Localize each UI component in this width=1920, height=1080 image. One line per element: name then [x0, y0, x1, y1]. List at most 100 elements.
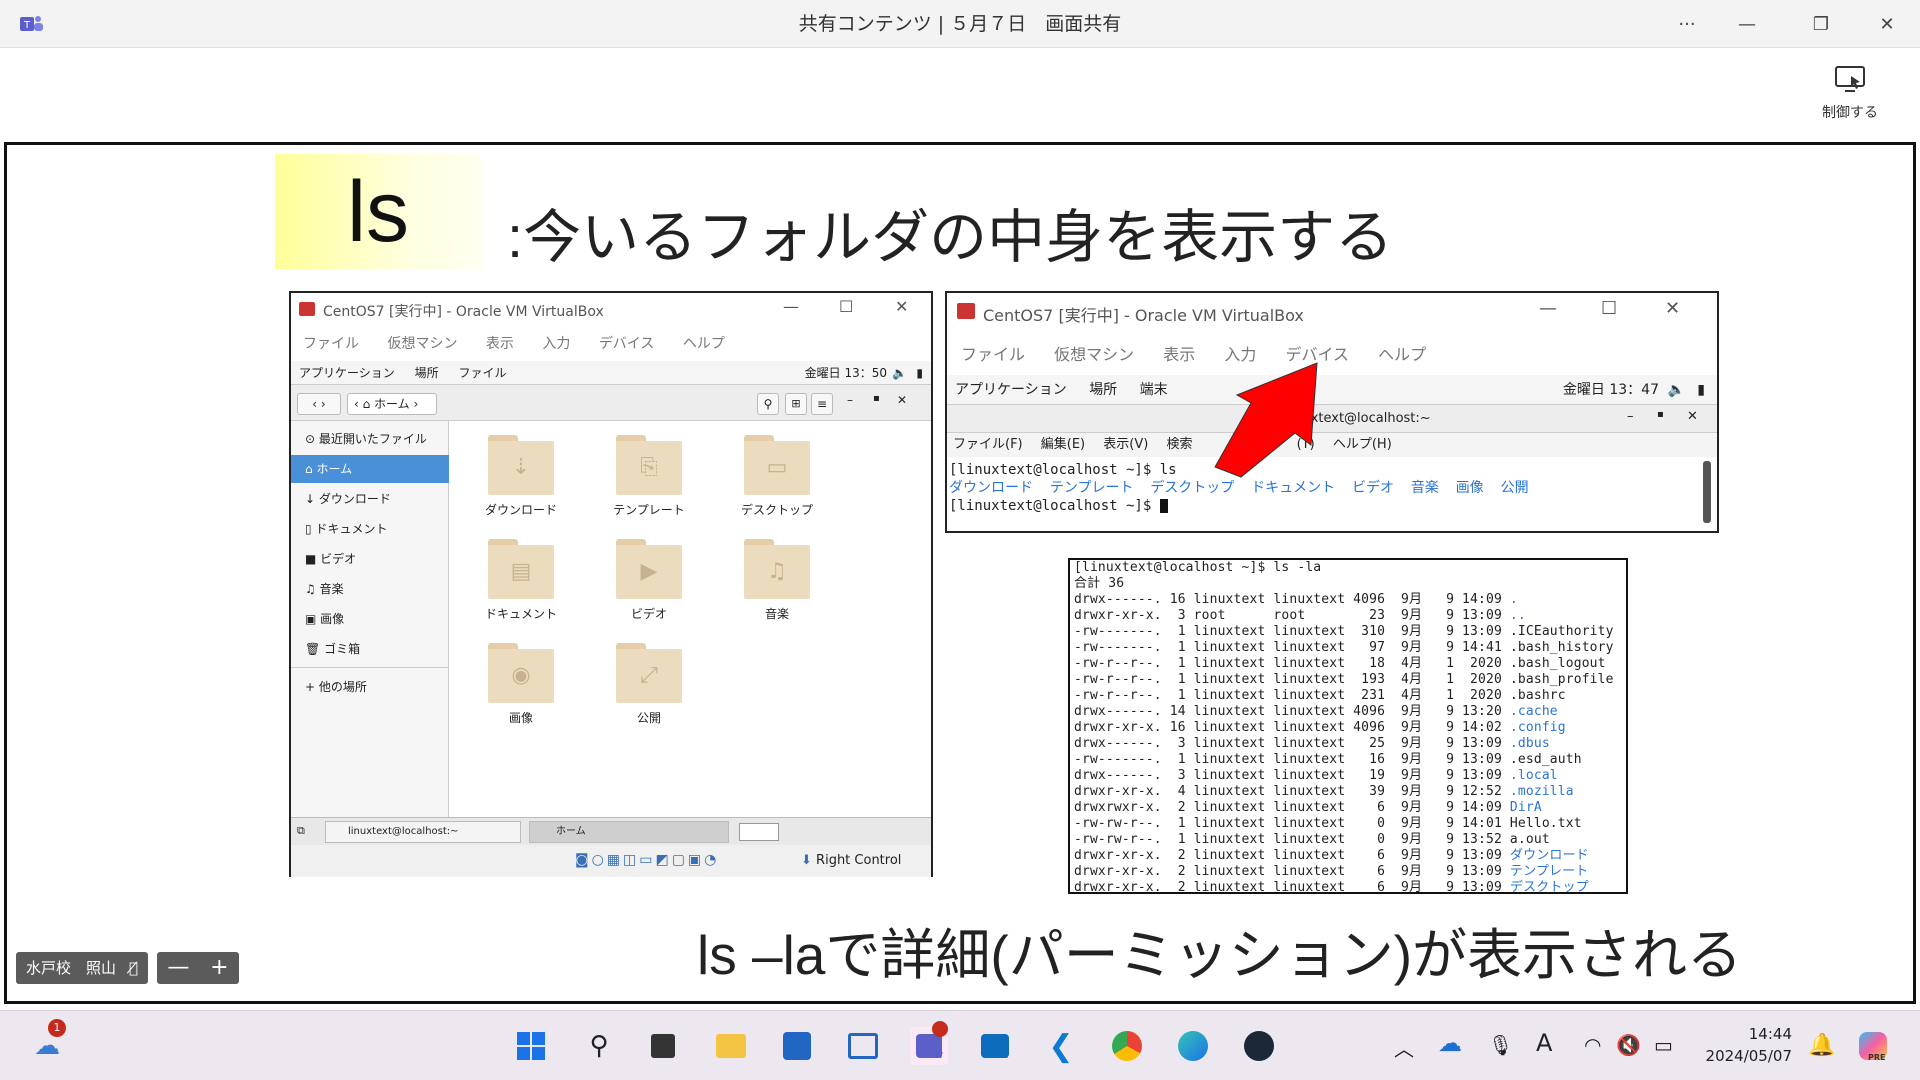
vb-menu-devices[interactable]: デバイス — [599, 336, 655, 352]
vb-minimize-icon[interactable]: — — [783, 297, 799, 316]
minimize-button[interactable]: — — [1720, 0, 1774, 48]
view-toggle-icon[interactable]: ⊞ — [785, 393, 807, 415]
edge-button[interactable] — [1174, 1027, 1212, 1065]
task-view-button[interactable] — [644, 1027, 682, 1065]
vb-menu-view[interactable]: 表示 — [1163, 345, 1195, 364]
fm-minimize-icon[interactable]: – — [847, 393, 853, 407]
gnome-files-menu[interactable]: ファイル — [458, 366, 506, 380]
ls-la-line: -rw-r--r--. 1 linuxtext linuxtext 193 4月… — [1074, 672, 1622, 688]
folder-music[interactable]: ♫ 音楽 — [722, 539, 832, 622]
copilot-button[interactable]: PRE — [1854, 1027, 1892, 1065]
sidebar-item-other-locations[interactable]: + 他の場所 — [291, 673, 449, 701]
chevron-up-icon[interactable]: ︿ — [1394, 1033, 1414, 1062]
folder-videos[interactable]: ▶ ビデオ — [594, 539, 704, 622]
more-options-button[interactable]: ··· — [1660, 0, 1714, 48]
term-close-icon[interactable]: ✕ — [1687, 409, 1698, 424]
remote-desktop-button[interactable] — [844, 1027, 882, 1065]
notification-bell-icon[interactable]: 🔔 — [1808, 1033, 1835, 1058]
folder-desktop[interactable]: ▭ デスクトップ — [722, 435, 832, 518]
vb-menu-machine[interactable]: 仮想マシン — [1054, 345, 1134, 364]
sidebar-item-videos[interactable]: ■ ビデオ — [291, 545, 449, 573]
workspace-switcher[interactable] — [739, 823, 779, 841]
vb-maximize-icon[interactable]: ☐ — [1601, 298, 1617, 319]
ime-indicator[interactable]: A — [1536, 1029, 1552, 1057]
weather-widget[interactable]: ☁ 1 — [28, 1019, 66, 1065]
term-menu-search[interactable]: 検索 — [1166, 437, 1192, 452]
term-menu-file[interactable]: ファイル(F) — [953, 437, 1023, 452]
onedrive-icon[interactable]: ☁ — [1438, 1029, 1462, 1057]
back-forward-buttons[interactable]: ‹ › — [297, 393, 341, 415]
sidebar-label: 画像 — [320, 612, 345, 626]
teams-new-button[interactable]: NEW — [910, 1021, 948, 1065]
term-menu-help[interactable]: ヘルプ(H) — [1333, 437, 1392, 452]
sidebar-item-music[interactable]: ♫ 音楽 — [291, 575, 449, 603]
ls-la-text: drwxr-xr-x. 16 linuxtext linuxtext 4096 … — [1074, 720, 1510, 735]
vb-minimize-icon[interactable]: — — [1539, 298, 1557, 319]
vb-menu-input[interactable]: 入力 — [542, 336, 570, 352]
vb-menu-file[interactable]: ファイル — [961, 345, 1025, 364]
zoom-out-button[interactable]: — — [167, 952, 189, 984]
vb-close-icon[interactable]: ✕ — [1665, 298, 1680, 319]
search-icon[interactable]: ⚲ — [757, 393, 779, 415]
term-minimize-icon[interactable]: – — [1627, 409, 1634, 424]
close-button[interactable]: ✕ — [1860, 0, 1914, 48]
vscode-button[interactable]: ❮ — [1042, 1027, 1080, 1065]
steam-button[interactable] — [1240, 1027, 1278, 1065]
taskbar-files[interactable]: ホーム — [529, 821, 729, 843]
chrome-button[interactable] — [1108, 1027, 1146, 1065]
gnome-terminal-menu[interactable]: 端末 — [1140, 382, 1168, 398]
ms-store-button[interactable] — [778, 1027, 816, 1065]
vb-device-icons[interactable]: ◙○▦◫▭◩▢▣◔ — [575, 852, 719, 868]
vb-menu-file[interactable]: ファイル — [303, 336, 359, 352]
vb-menu-view[interactable]: 表示 — [486, 336, 514, 352]
fm-maximize-icon[interactable]: ▪ — [873, 393, 880, 404]
microphone-icon[interactable]: 🎙 — [1488, 1033, 1513, 1057]
start-button[interactable] — [512, 1027, 550, 1065]
speaker-muted-icon[interactable]: 🔇 — [1616, 1033, 1641, 1057]
zoom-in-button[interactable]: + — [210, 952, 228, 984]
ls-la-line: -rw-------. 1 linuxtext linuxtext 310 9月… — [1074, 624, 1622, 640]
wifi-icon[interactable]: ◠ — [1584, 1033, 1601, 1057]
outlook-new-button[interactable]: NEW — [976, 1027, 1014, 1065]
search-button[interactable]: ⚲ — [580, 1027, 618, 1065]
folder-documents[interactable]: ▤ ドキュメント — [466, 539, 576, 622]
folder-templates[interactable]: ⎘ テンプレート — [594, 435, 704, 518]
sidebar-item-recent[interactable]: ⊙ 最近開いたファイル — [291, 425, 449, 453]
sidebar-item-trash[interactable]: 🗑 ゴミ箱 — [291, 635, 449, 663]
vb-close-icon[interactable]: ✕ — [895, 297, 908, 316]
term-menu-view[interactable]: 表示(V) — [1103, 437, 1148, 452]
gnome-window-list: ⧉ linuxtext@localhost:~ ホーム — [291, 817, 931, 845]
system-clock[interactable]: 14:44 2024/05/07 — [1700, 1023, 1792, 1067]
sidebar-item-pictures[interactable]: ▣ 画像 — [291, 605, 449, 633]
sidebar-item-documents[interactable]: ▯ ドキュメント — [291, 515, 449, 543]
battery-icon[interactable]: ▭ — [1654, 1033, 1673, 1057]
folder-public[interactable]: ⤢ 公開 — [594, 643, 704, 726]
file-explorer-button[interactable] — [712, 1027, 750, 1065]
ls-la-text: -rw-------. 1 linuxtext linuxtext 97 9月 … — [1074, 640, 1614, 655]
vb-menu-help[interactable]: ヘルプ — [683, 336, 725, 352]
taskbar-terminal[interactable]: linuxtext@localhost:~ — [325, 821, 521, 843]
vb-maximize-icon[interactable]: ☐ — [839, 297, 853, 316]
gnome-applications-menu[interactable]: アプリケーション — [955, 382, 1067, 398]
vb-menu-help[interactable]: ヘルプ — [1378, 345, 1426, 364]
prompt-text: [linuxtext@localhost ~]$ — [949, 498, 1160, 514]
folder-label: ドキュメント — [484, 607, 557, 621]
term-menu-edit[interactable]: 編集(E) — [1041, 437, 1085, 452]
take-control-button[interactable]: 制御する — [1810, 62, 1890, 132]
terminal-scrollbar[interactable] — [1703, 461, 1711, 523]
folder-downloads[interactable]: ⇣ ダウンロード — [466, 435, 576, 518]
fm-close-icon[interactable]: ✕ — [897, 393, 907, 407]
gnome-places-menu[interactable]: 場所 — [1089, 382, 1117, 398]
term-maximize-icon[interactable]: ▪ — [1657, 409, 1664, 420]
hamburger-menu-icon[interactable]: ≡ — [811, 393, 833, 415]
folder-pictures[interactable]: ◉ 画像 — [466, 643, 576, 726]
sidebar-item-downloads[interactable]: ↓ ダウンロード — [291, 485, 449, 513]
sidebar-item-home[interactable]: ⌂ ホーム — [291, 455, 449, 483]
ls-item: 画像 — [1455, 480, 1484, 496]
gnome-applications-menu[interactable]: アプリケーション — [299, 366, 395, 380]
show-desktop-icon[interactable]: ⧉ — [297, 824, 305, 838]
vb-menu-machine[interactable]: 仮想マシン — [387, 336, 457, 352]
gnome-places-menu[interactable]: 場所 — [415, 366, 439, 380]
restore-button[interactable]: ❐ — [1794, 0, 1848, 48]
path-bar[interactable]: ‹ ⌂ ホーム › — [347, 393, 437, 415]
